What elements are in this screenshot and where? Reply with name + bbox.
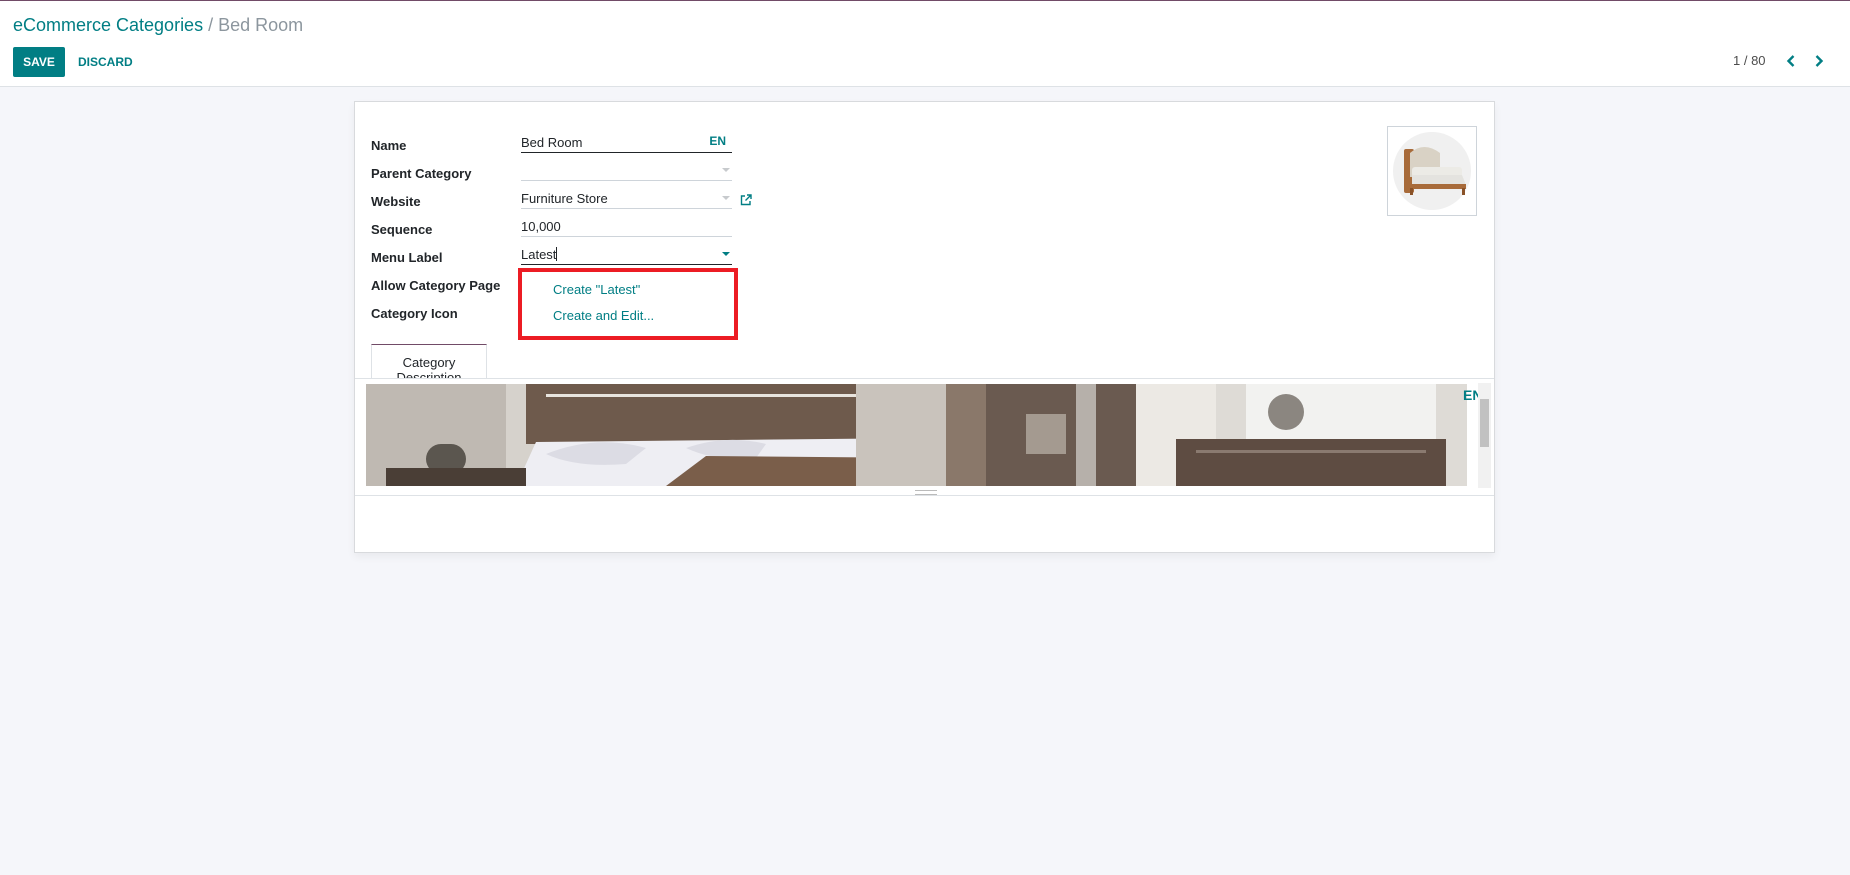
external-link-icon[interactable] — [739, 193, 753, 207]
sequence-field[interactable]: 10,000 — [521, 215, 732, 237]
allow-category-page-label: Allow Category Page — [371, 278, 501, 293]
menu-label-value: Latest — [521, 247, 557, 262]
editor-resize-handle[interactable] — [915, 490, 937, 495]
breadcrumb-current: Bed Room — [218, 15, 304, 35]
scrollbar-thumb[interactable] — [1480, 399, 1489, 447]
create-and-edit-option[interactable]: Create and Edit... — [553, 308, 654, 323]
name-language-button[interactable]: EN — [709, 134, 726, 148]
description-editor[interactable]: EN — [355, 378, 1494, 496]
pager-value[interactable]: 1 / 80 — [1733, 53, 1766, 68]
menu-label-field[interactable]: Latest — [521, 243, 732, 265]
website-value: Furniture Store — [521, 191, 608, 206]
breadcrumb: eCommerce Categories / Bed Room — [13, 15, 303, 36]
name-label: Name — [371, 138, 407, 153]
website-label: Website — [371, 194, 421, 209]
parent-category-label: Parent Category — [371, 166, 472, 181]
previous-record-button[interactable] — [1781, 51, 1801, 71]
tab-category-description[interactable]: Category Description — [371, 344, 487, 385]
category-icon-label: Category Icon — [371, 306, 458, 321]
website-field[interactable]: Furniture Store — [521, 187, 732, 209]
text-cursor — [556, 247, 558, 261]
chevron-down-icon — [722, 252, 730, 256]
editor-scrollbar[interactable] — [1478, 383, 1491, 488]
chevron-left-icon — [1786, 55, 1795, 67]
sequence-value: 10,000 — [521, 219, 561, 234]
notebook-tabs: Category Description — [355, 343, 1494, 385]
chevron-right-icon — [1815, 55, 1824, 67]
chevron-down-icon — [722, 168, 730, 172]
control-panel: eCommerce Categories / Bed Room SAVE DIS… — [0, 1, 1850, 87]
chevron-down-icon — [722, 196, 730, 200]
name-value: Bed Room — [521, 135, 583, 150]
sequence-label: Sequence — [371, 222, 433, 237]
breadcrumb-parent-link[interactable]: eCommerce Categories — [13, 15, 203, 35]
next-record-button[interactable] — [1809, 51, 1829, 71]
breadcrumb-separator: / — [208, 15, 214, 35]
name-field[interactable]: Bed Room EN — [521, 131, 732, 153]
autocomplete-dropdown: Create "Latest" Create and Edit... — [518, 268, 738, 340]
create-option[interactable]: Create "Latest" — [553, 282, 640, 297]
parent-category-field[interactable] — [521, 159, 732, 181]
form-sheet: Name Bed Room EN Parent Category Website… — [354, 101, 1495, 553]
category-image[interactable] — [1387, 126, 1477, 216]
bed-image — [1393, 132, 1471, 210]
save-button[interactable]: SAVE — [13, 47, 65, 77]
discard-button[interactable]: DISCARD — [78, 47, 133, 77]
menu-label-label: Menu Label — [371, 250, 443, 265]
bedroom-banner-image — [366, 384, 1467, 486]
